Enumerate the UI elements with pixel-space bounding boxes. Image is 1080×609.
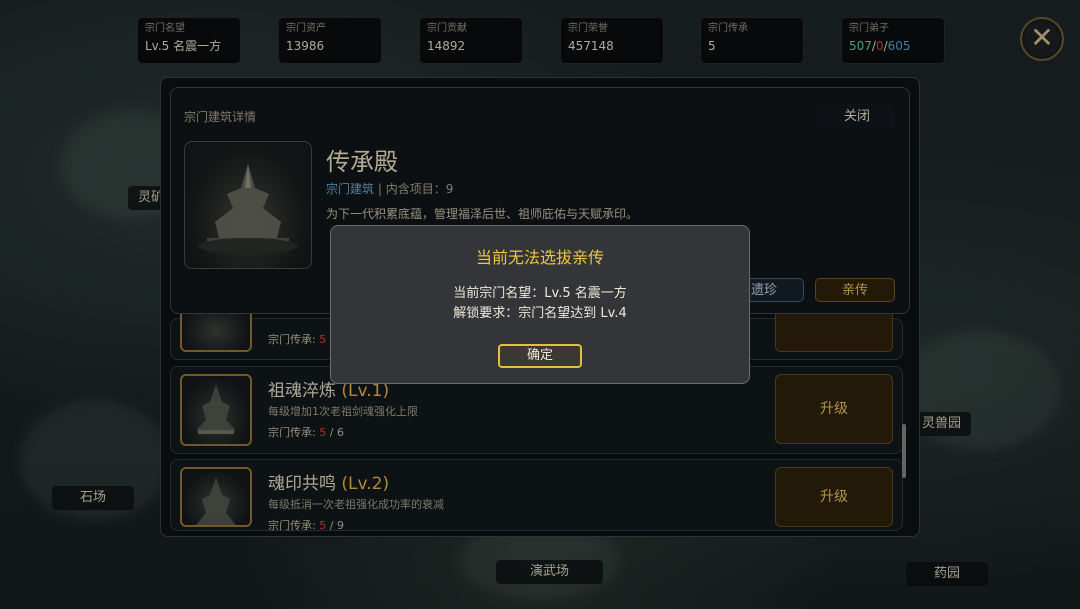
- dialog-current-reputation: 当前宗门名望：Lv.5 名震一方: [453, 286, 627, 301]
- dialog-requirement: 解锁要求：宗门名望达到 Lv.4: [453, 306, 627, 321]
- confirm-button[interactable]: 确定: [498, 344, 582, 368]
- dialog-title: 当前无法选拔亲传: [475, 248, 604, 267]
